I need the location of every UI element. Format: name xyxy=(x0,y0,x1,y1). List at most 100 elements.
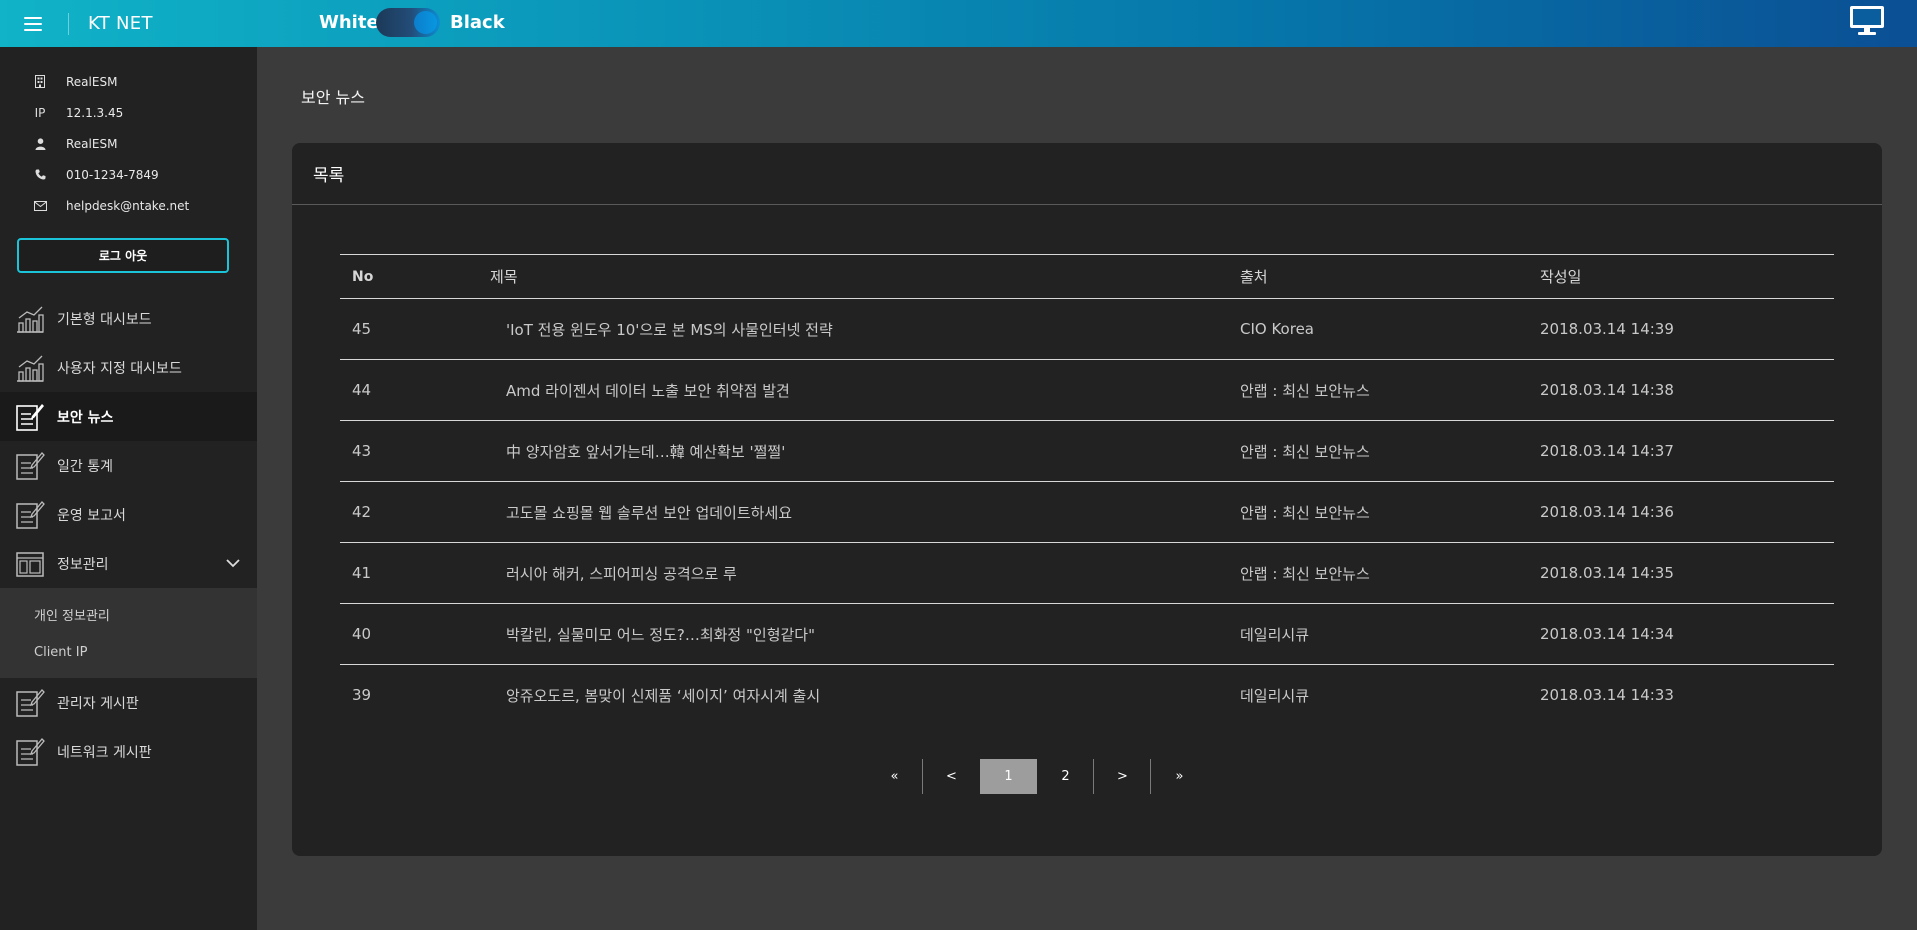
column-source: 출처 xyxy=(1240,254,1540,299)
cell-date: 2018.03.14 14:38 xyxy=(1540,359,1834,421)
cell-date: 2018.03.14 14:34 xyxy=(1540,603,1834,665)
sidebar: RealESM IP 12.1.3.45 RealESM 010-1234-78… xyxy=(0,47,257,930)
info-email-value: helpdesk@ntake.net xyxy=(66,198,190,213)
column-date: 작성일 xyxy=(1540,254,1834,299)
info-phone-value: 010-1234-7849 xyxy=(66,167,159,182)
edit-note-icon xyxy=(16,688,45,717)
cell-date: 2018.03.14 14:35 xyxy=(1540,542,1834,604)
edit-note-icon xyxy=(16,500,45,529)
page-first-button[interactable]: « xyxy=(866,759,923,794)
theme-toggle[interactable] xyxy=(376,8,440,37)
news-title-link[interactable]: 박칼린, 실물미모 어느 정도?…최화정 "인형같다" xyxy=(506,626,815,644)
info-phone: 010-1234-7849 xyxy=(0,159,257,190)
sidebar-item-daily-stats[interactable]: 일간 통계 xyxy=(0,441,257,490)
pagination: « < 1 2 > » xyxy=(866,759,1208,794)
chart-icon xyxy=(17,355,44,382)
page-prev-button[interactable]: < xyxy=(923,759,980,794)
cell-date: 2018.03.14 14:37 xyxy=(1540,420,1834,482)
info-email: helpdesk@ntake.net xyxy=(0,190,257,221)
submenu-item-personal-info[interactable]: 개인 정보관리 xyxy=(0,595,257,633)
news-title-link[interactable]: 앙쥬오도르, 봄맞이 신제품 ‘세이지’ 여자시계 출시 xyxy=(506,687,820,705)
page-next-button[interactable]: > xyxy=(1094,759,1151,794)
cell-no: 41 xyxy=(340,542,490,604)
user-info: RealESM IP 12.1.3.45 RealESM 010-1234-78… xyxy=(0,47,257,221)
top-header: KT NET White Black xyxy=(0,0,1917,47)
column-title: 제목 xyxy=(490,254,1240,299)
cell-no: 43 xyxy=(340,420,490,482)
chevron-down-icon xyxy=(226,559,240,568)
sidebar-item-label: 일간 통계 xyxy=(57,458,113,475)
cell-no: 45 xyxy=(340,298,490,360)
news-title-link[interactable]: 고도몰 쇼핑몰 웹 솔루션 보안 업데이트하세요 xyxy=(506,504,792,522)
table-row[interactable]: 42 고도몰 쇼핑몰 웹 솔루션 보안 업데이트하세요 안랩 : 최신 보안뉴스… xyxy=(340,481,1834,543)
sidebar-item-info-management[interactable]: 정보관리 xyxy=(0,539,257,588)
cell-title: 'IoT 전용 윈도우 10'으로 본 MS의 사물인터넷 전략 xyxy=(490,298,1240,360)
table-row[interactable]: 41 러시아 해커, 스피어피싱 공격으로 루 안랩 : 최신 보안뉴스 201… xyxy=(340,542,1834,604)
page-button-2[interactable]: 2 xyxy=(1037,759,1094,794)
sidebar-item-label: 보안 뉴스 xyxy=(57,409,114,426)
table-row[interactable]: 43 中 양자암호 앞서가는데…韓 예산확보 '쩔쩔' 안랩 : 최신 보안뉴스… xyxy=(340,420,1834,482)
sidebar-item-basic-dashboard[interactable]: 기본형 대시보드 xyxy=(0,294,257,343)
column-no: No xyxy=(340,254,490,299)
cell-source: 데일리시큐 xyxy=(1240,686,1310,705)
news-title-link[interactable]: 러시아 해커, 스피어피싱 공격으로 루 xyxy=(506,565,737,583)
monitor-icon[interactable] xyxy=(1849,5,1885,37)
info-ip: IP 12.1.3.45 xyxy=(0,97,257,128)
edit-note-icon xyxy=(16,737,45,766)
cell-date: 2018.03.14 14:39 xyxy=(1540,298,1834,360)
page-last-button[interactable]: » xyxy=(1151,759,1208,794)
sidebar-item-label: 사용자 지정 대시보드 xyxy=(57,360,182,377)
mail-icon xyxy=(30,200,50,211)
hamburger-icon[interactable] xyxy=(24,16,42,31)
cell-title: 고도몰 쇼핑몰 웹 솔루션 보안 업데이트하세요 xyxy=(490,481,1240,543)
table-row[interactable]: 40 박칼린, 실물미모 어느 정도?…최화정 "인형같다" 데일리시큐 201… xyxy=(340,603,1834,665)
news-title-link[interactable]: 中 양자암호 앞서가는데…韓 예산확보 '쩔쩔' xyxy=(506,443,785,461)
sidebar-item-label: 운영 보고서 xyxy=(57,507,126,524)
page-button-1[interactable]: 1 xyxy=(980,759,1037,794)
cell-source: 안랩 : 최신 보안뉴스 xyxy=(1240,420,1540,482)
cell-source: 안랩 : 최신 보안뉴스 xyxy=(1240,359,1540,421)
sidebar-item-operation-report[interactable]: 운영 보고서 xyxy=(0,490,257,539)
cell-no: 42 xyxy=(340,481,490,543)
news-title-link[interactable]: 'IoT 전용 윈도우 10'으로 본 MS의 사물인터넷 전략 xyxy=(506,321,833,339)
edit-note-icon xyxy=(16,451,45,480)
sidebar-menu: 기본형 대시보드 사용자 지정 대시보드 보안 뉴스 일간 통계 운영 보고서 … xyxy=(0,294,257,776)
cell-source: CIO Korea xyxy=(1240,298,1540,360)
info-ip-value: 12.1.3.45 xyxy=(66,105,124,120)
panel-title: 목록 xyxy=(292,143,1882,205)
table-row[interactable]: 39 앙쥬오도르, 봄맞이 신제품 ‘세이지’ 여자시계 출시 데일리시큐 20… xyxy=(340,665,1834,726)
cell-source: 데일리시큐 xyxy=(1240,603,1540,665)
news-list-panel: 목록 No 제목 출처 작성일 45 'IoT 전용 윈도우 10'으로 본 M… xyxy=(292,143,1882,856)
cell-no: 39 xyxy=(352,686,372,705)
sidebar-item-label: 기본형 대시보드 xyxy=(57,311,152,328)
user-icon xyxy=(30,137,50,150)
cell-title: 앙쥬오도르, 봄맞이 신제품 ‘세이지’ 여자시계 출시 xyxy=(490,665,1240,726)
sidebar-item-label: 정보관리 xyxy=(57,556,109,573)
phone-icon xyxy=(30,169,50,180)
sidebar-item-custom-dashboard[interactable]: 사용자 지정 대시보드 xyxy=(0,343,257,392)
news-title-link[interactable]: Amd 라이젠서 데이터 노출 보안 취약점 발견 xyxy=(506,382,790,400)
cell-no: 44 xyxy=(340,359,490,421)
submenu-info-management: 개인 정보관리 Client IP xyxy=(0,588,257,678)
submenu-item-client-ip[interactable]: Client IP xyxy=(0,633,257,671)
toggle-knob xyxy=(414,11,437,34)
news-table: No 제목 출처 작성일 45 'IoT 전용 윈도우 10'으로 본 MS의 … xyxy=(340,254,1834,726)
brand-name: KT NET xyxy=(88,13,153,34)
info-user-value: RealESM xyxy=(66,136,118,151)
logout-button[interactable]: 로그 아웃 xyxy=(17,238,229,273)
theme-black-label: Black xyxy=(450,12,505,33)
sidebar-item-security-news[interactable]: 보안 뉴스 xyxy=(0,392,257,441)
cell-date: 2018.03.14 14:36 xyxy=(1540,481,1834,543)
cell-source: 안랩 : 최신 보안뉴스 xyxy=(1240,542,1540,604)
table-header-row: No 제목 출처 작성일 xyxy=(340,254,1834,299)
sidebar-item-network-board[interactable]: 네트워크 게시판 xyxy=(0,727,257,776)
cell-title: 中 양자암호 앞서가는데…韓 예산확보 '쩔쩔' xyxy=(490,420,1240,482)
sidebar-item-admin-board[interactable]: 관리자 게시판 xyxy=(0,678,257,727)
cell-source: 안랩 : 최신 보안뉴스 xyxy=(1240,481,1540,543)
cell-title: Amd 라이젠서 데이터 노출 보안 취약점 발견 xyxy=(490,359,1240,421)
table-row[interactable]: 45 'IoT 전용 윈도우 10'으로 본 MS의 사물인터넷 전략 CIO … xyxy=(340,298,1834,360)
ip-label: IP xyxy=(34,105,46,120)
cell-title: 박칼린, 실물미모 어느 정도?…최화정 "인형같다" xyxy=(490,603,1240,665)
cell-no: 40 xyxy=(340,603,490,665)
table-row[interactable]: 44 Amd 라이젠서 데이터 노출 보안 취약점 발견 안랩 : 최신 보안뉴… xyxy=(340,359,1834,421)
